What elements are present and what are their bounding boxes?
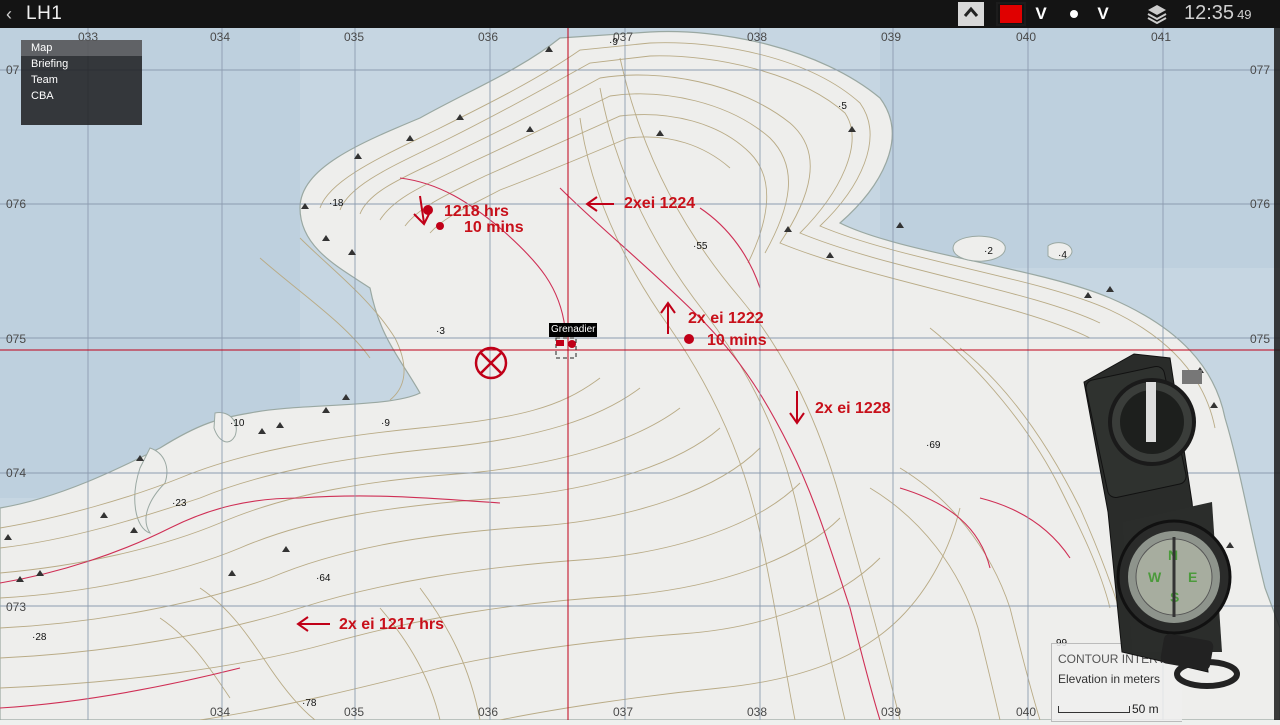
- chevron-down-icon[interactable]: V: [1092, 2, 1114, 26]
- chevron-down-icon[interactable]: V: [1030, 2, 1052, 26]
- menu-item-cba[interactable]: CBA: [21, 88, 142, 104]
- clock: 12:35 49: [1184, 2, 1252, 26]
- height-label: ·64: [316, 573, 331, 584]
- height-label: ·10: [230, 418, 245, 429]
- chevron-up-icon[interactable]: [958, 2, 984, 26]
- scale-value: 50 m: [1132, 702, 1159, 716]
- height-label: ·23: [172, 498, 187, 509]
- grid-label-x: 036: [478, 30, 499, 44]
- window-title: LH1: [26, 3, 63, 24]
- layers-icon[interactable]: [1146, 2, 1172, 26]
- height-label: ·55: [693, 241, 708, 252]
- grid-label-y: 07: [6, 63, 20, 77]
- unit-label[interactable]: Grenadier: [549, 323, 598, 337]
- grid-label-x-bottom: 037: [613, 705, 634, 719]
- grid-label-y-right: 075: [1250, 332, 1271, 346]
- marker-color-button[interactable]: [996, 2, 1026, 26]
- back-icon[interactable]: ‹: [6, 4, 12, 24]
- grid-label-x: 039: [881, 30, 902, 44]
- height-label: ·78: [302, 698, 317, 709]
- marker-label[interactable]: 2x ei 1228: [815, 400, 891, 418]
- svg-text:E: E: [1188, 569, 1197, 585]
- grid-label-y: 074: [6, 466, 27, 480]
- marker-label[interactable]: 10 mins: [707, 332, 767, 350]
- clock-time: 12:35: [1184, 2, 1235, 24]
- grid-label-y-right: 077: [1250, 63, 1271, 77]
- grid-label-x: 038: [747, 30, 768, 44]
- grid-label-x-bottom: 038: [747, 705, 768, 719]
- grid-label-y: 076: [6, 197, 27, 211]
- grid-label-x-bottom: 035: [344, 705, 365, 719]
- grid-label-x-bottom: 039: [881, 705, 902, 719]
- compass-icon[interactable]: N W E S: [1082, 352, 1250, 692]
- grid-label-x: 041: [1151, 30, 1172, 44]
- map-menu: Map Briefing Team CBA: [21, 40, 142, 125]
- height-label: ·4: [1058, 250, 1067, 261]
- height-label: ·2: [984, 246, 993, 257]
- clock-seconds: 49: [1237, 7, 1252, 22]
- top-bar: ‹ LH1 V V 12:35 49: [0, 0, 1280, 28]
- grid-label-x: 034: [210, 30, 231, 44]
- scrollbar[interactable]: [1274, 28, 1280, 720]
- menu-item-team[interactable]: Team: [21, 72, 142, 88]
- grid-label-y: 075: [6, 332, 27, 346]
- height-label: ·18: [329, 198, 344, 209]
- height-label: ·9: [381, 418, 390, 429]
- marker-label[interactable]: 10 mins: [464, 219, 524, 237]
- grid-label-x-bottom: 034: [210, 705, 231, 719]
- grid-label-x: 035: [344, 30, 365, 44]
- grid-label-x-bottom: 040: [1016, 705, 1037, 719]
- scale-bar: [1058, 706, 1130, 713]
- height-label: ·9: [609, 37, 618, 48]
- marker-label[interactable]: 2xei 1224: [624, 195, 695, 213]
- grid-label-x: 040: [1016, 30, 1037, 44]
- marker-type-button[interactable]: [1060, 2, 1088, 26]
- marker-label[interactable]: 2x ei 1217 hrs: [339, 616, 444, 634]
- menu-item-briefing[interactable]: Briefing: [21, 56, 142, 72]
- grid-label-x-bottom: 036: [478, 705, 499, 719]
- height-label: ·3: [436, 326, 445, 337]
- grid-label-y-right: 076: [1250, 197, 1271, 211]
- svg-text:W: W: [1148, 569, 1162, 585]
- height-label: ·28: [32, 632, 47, 643]
- height-label: ·5: [838, 101, 847, 112]
- marker-label[interactable]: 2x ei 1222: [688, 310, 764, 328]
- menu-item-map[interactable]: Map: [21, 40, 142, 56]
- marker-color-swatch: [1000, 5, 1022, 23]
- grid-label-y: 073: [6, 600, 27, 614]
- dot-icon: [1070, 10, 1078, 18]
- height-label: ·69: [926, 440, 941, 451]
